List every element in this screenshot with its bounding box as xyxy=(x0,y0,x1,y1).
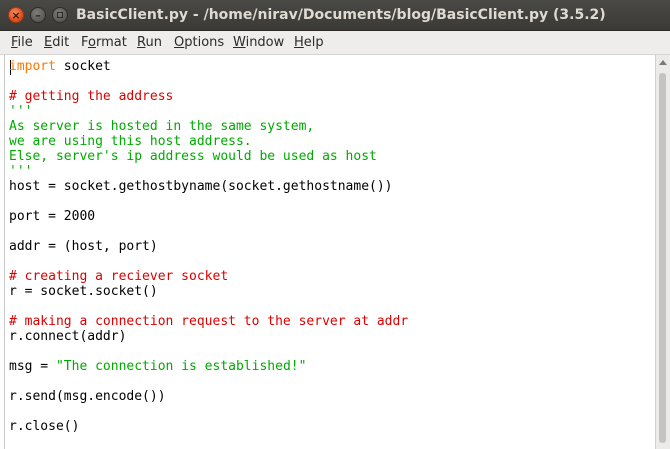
menu-run[interactable]: Run xyxy=(137,35,162,50)
code-line: port = 2000 xyxy=(9,209,408,224)
code-line: r.connect(addr) xyxy=(9,329,408,344)
window-title: BasicClient.py - /home/nirav/Documents/b… xyxy=(76,7,606,23)
close-icon: × xyxy=(11,8,21,22)
code-line: As server is hosted in the same system, xyxy=(9,119,408,134)
idle-editor-window: × – BasicClient.py - /home/nirav/Documen… xyxy=(0,0,670,449)
code-line: import socket xyxy=(9,59,408,74)
code-keyword: import xyxy=(9,59,56,74)
code-line: r.close() xyxy=(9,419,408,434)
scroll-up-arrow-icon[interactable] xyxy=(659,60,667,65)
code-string: As server is hosted in the same system, xyxy=(9,119,315,134)
code-string: ''' xyxy=(9,164,33,179)
code-line: msg = "The connection is established!" xyxy=(9,359,408,374)
minimize-window-button[interactable]: – xyxy=(30,7,46,23)
code-line: ''' xyxy=(9,164,408,179)
close-window-button[interactable]: × xyxy=(8,7,24,23)
code-token: r.connect(addr) xyxy=(9,329,127,344)
code-token: port = 2000 xyxy=(9,209,96,224)
code-token: host = socket.gethostbyname(socket.getho… xyxy=(9,179,393,194)
code-comment: # getting the address xyxy=(9,89,174,104)
code-line: host = socket.gethostbyname(socket.getho… xyxy=(9,179,408,194)
maximize-icon xyxy=(57,12,63,18)
code-editor[interactable]: import socket # getting the address ''' As… xyxy=(4,55,655,449)
code-token: socket xyxy=(55,59,111,74)
menu-window[interactable]: Window xyxy=(233,35,284,50)
code-line: we are using this host address. xyxy=(9,134,408,149)
code-text[interactable]: import socket # getting the address ''' As… xyxy=(9,59,408,434)
maximize-window-button[interactable] xyxy=(52,7,68,23)
code-comment: # making a connection request to the ser… xyxy=(9,314,409,329)
code-string: Else, server's ip address would be used … xyxy=(9,149,377,164)
menu-edit[interactable]: Edit xyxy=(44,35,69,50)
code-token: r = socket.socket() xyxy=(9,284,158,299)
code-line: # creating a reciever socket xyxy=(9,269,408,284)
code-line: Else, server's ip address would be used … xyxy=(9,149,408,164)
menu-options[interactable]: Options xyxy=(174,35,224,50)
code-line: addr = (host, port) xyxy=(9,239,408,254)
code-token: msg = xyxy=(9,359,56,374)
code-token: r.send(msg.encode()) xyxy=(9,389,166,404)
code-string: ''' xyxy=(9,104,33,119)
code-token: addr = (host, port) xyxy=(9,239,158,254)
scroll-thumb[interactable] xyxy=(659,73,666,443)
vertical-scrollbar[interactable] xyxy=(655,55,670,449)
menu-help[interactable]: Help xyxy=(294,35,324,50)
code-line: # making a connection request to the ser… xyxy=(9,314,408,329)
code-string: we are using this host address. xyxy=(9,134,252,149)
menu-file[interactable]: File xyxy=(11,35,33,50)
code-token: r.close() xyxy=(9,419,80,434)
code-line: ''' xyxy=(9,104,408,119)
title-bar[interactable]: × – BasicClient.py - /home/nirav/Documen… xyxy=(0,0,670,31)
menu-format[interactable]: Format xyxy=(81,35,127,50)
minimize-icon: – xyxy=(35,8,41,22)
code-line: r = socket.socket() xyxy=(9,284,408,299)
code-string: "The connection is established!" xyxy=(55,359,307,374)
code-line: # getting the address xyxy=(9,89,408,104)
code-line: r.send(msg.encode()) xyxy=(9,389,408,404)
menu-bar: File Edit Format Run Options Window Help xyxy=(0,31,670,55)
code-comment: # creating a reciever socket xyxy=(9,269,229,284)
